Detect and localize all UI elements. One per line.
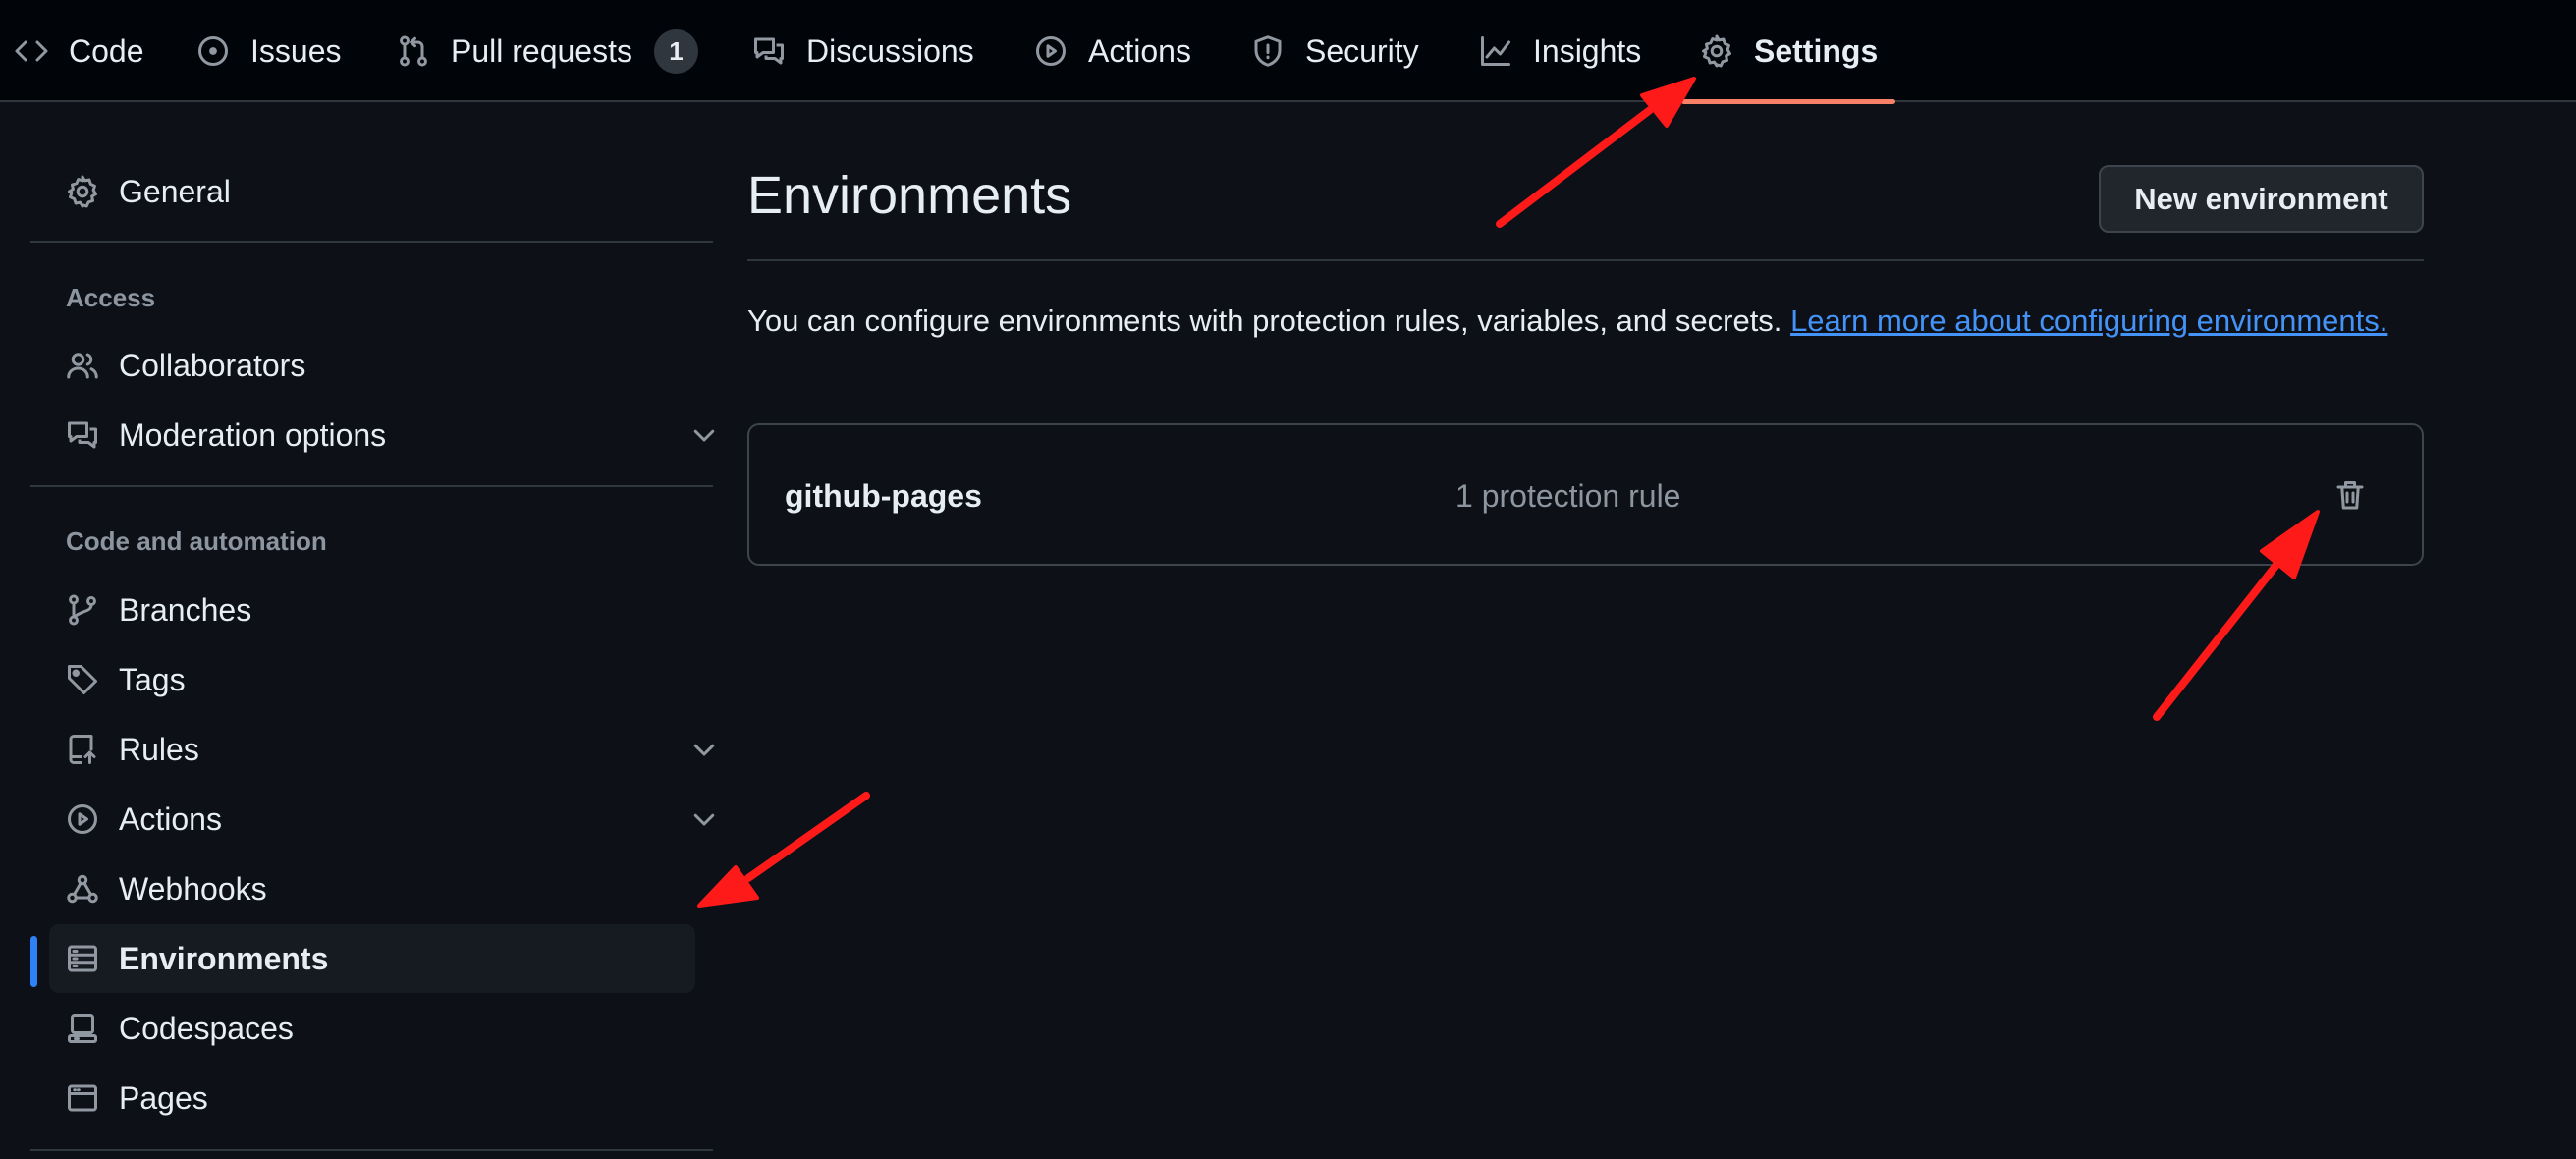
sidebar-item-environments[interactable]: Environments — [49, 924, 695, 993]
sidebar-item-label: Branches — [119, 591, 252, 628]
play-icon — [68, 804, 97, 834]
sidebar-item-webhooks[interactable]: Webhooks — [49, 855, 695, 923]
header-divider — [747, 259, 2424, 261]
code-icon — [15, 40, 48, 62]
tab-pull-requests[interactable]: Pull requests 1 — [396, 0, 698, 102]
sidebar-item-label: Pages — [119, 1079, 208, 1116]
description-text: You can configure environments with prot… — [747, 304, 1782, 338]
sidebar-divider — [30, 241, 713, 243]
repo-push-icon — [69, 735, 96, 764]
people-icon — [67, 353, 98, 379]
gear-icon — [68, 175, 97, 208]
pull-request-icon — [400, 35, 427, 67]
new-environment-button[interactable]: New environment — [2099, 165, 2424, 233]
gear-icon — [1702, 34, 1731, 68]
sidebar-item-label: Webhooks — [119, 870, 267, 907]
chevron-down-icon — [693, 429, 715, 442]
section-heading-access: Access — [66, 283, 156, 312]
sidebar-item-label: General — [119, 173, 231, 209]
tab-label: Settings — [1754, 32, 1879, 69]
tab-label: Code — [69, 32, 144, 69]
chevron-down-icon — [693, 813, 715, 826]
tab-insights[interactable]: Insights — [1478, 0, 1641, 102]
issue-icon — [198, 36, 228, 66]
environments-description: You can configure environments with prot… — [747, 299, 2417, 344]
tab-label: Security — [1305, 32, 1419, 69]
tab-discussions[interactable]: Discussions — [751, 0, 974, 102]
sidebar-divider — [30, 1149, 713, 1151]
tag-icon — [68, 665, 97, 694]
sidebar-item-label: Moderation options — [119, 416, 387, 453]
sidebar-item-moderation-options[interactable]: Moderation options — [49, 401, 715, 469]
tab-label: Pull requests — [451, 32, 632, 69]
codespaces-icon — [68, 1014, 97, 1043]
environment-row: github-pages 1 protection rule — [747, 423, 2424, 566]
trash-icon — [2336, 481, 2364, 510]
arrow-to-environments-item — [697, 792, 870, 908]
branch-icon — [69, 594, 96, 626]
delete-environment-button[interactable] — [2321, 467, 2380, 525]
comment-discussion-icon — [68, 421, 97, 449]
sidebar-item-rules[interactable]: Rules — [49, 715, 715, 784]
sidebar-item-general[interactable]: General — [49, 157, 695, 226]
tab-actions[interactable]: Actions — [1033, 0, 1191, 102]
tab-label: Actions — [1088, 32, 1191, 69]
webhook-icon — [67, 874, 98, 904]
selected-indicator — [30, 936, 37, 987]
tab-label: Insights — [1533, 32, 1642, 69]
tab-label: Discussions — [806, 32, 974, 69]
discussions-icon — [754, 37, 784, 65]
pull-request-count: 1 — [653, 28, 698, 74]
settings-sidebar: General Access Collaborators Moderation … — [0, 102, 717, 1159]
sidebar-divider — [30, 485, 713, 487]
shield-icon — [1254, 35, 1282, 67]
play-icon — [1036, 36, 1066, 66]
sidebar-item-collaborators[interactable]: Collaborators — [49, 331, 695, 400]
tab-label: Issues — [250, 32, 342, 69]
page-title: Environments — [747, 166, 1072, 225]
sidebar-item-codespaces[interactable]: Codespaces — [49, 994, 695, 1063]
graph-icon — [1481, 36, 1510, 66]
tab-settings[interactable]: Settings — [1680, 0, 1896, 104]
sidebar-item-label: Tags — [119, 661, 186, 697]
server-icon — [68, 945, 97, 972]
sidebar-item-pages[interactable]: Pages — [49, 1064, 695, 1132]
sidebar-item-label: Rules — [119, 731, 199, 767]
environment-name-link[interactable]: github-pages — [785, 478, 982, 515]
sidebar-item-branches[interactable]: Branches — [49, 576, 695, 644]
sidebar-item-tags[interactable]: Tags — [49, 645, 695, 714]
sidebar-item-label: Environments — [119, 940, 329, 976]
protection-rule-count: 1 protection rule — [1455, 478, 1681, 514]
sidebar-item-label: Collaborators — [119, 347, 306, 383]
browser-icon — [68, 1084, 97, 1112]
sidebar-item-label: Actions — [119, 800, 222, 837]
learn-more-link[interactable]: Learn more about configuring environment… — [1790, 304, 2387, 338]
sidebar-item-label: Codespaces — [119, 1010, 294, 1046]
tab-code[interactable]: Code — [14, 0, 144, 102]
chevron-down-icon — [693, 744, 715, 756]
section-heading-code-and-automation: Code and automation — [66, 526, 327, 556]
tab-security[interactable]: Security — [1250, 0, 1419, 102]
repo-nav: Code Issues Pull requests 1 Discussions … — [0, 0, 2576, 104]
tab-issues[interactable]: Issues — [195, 0, 341, 102]
sidebar-item-actions[interactable]: Actions — [49, 785, 715, 854]
